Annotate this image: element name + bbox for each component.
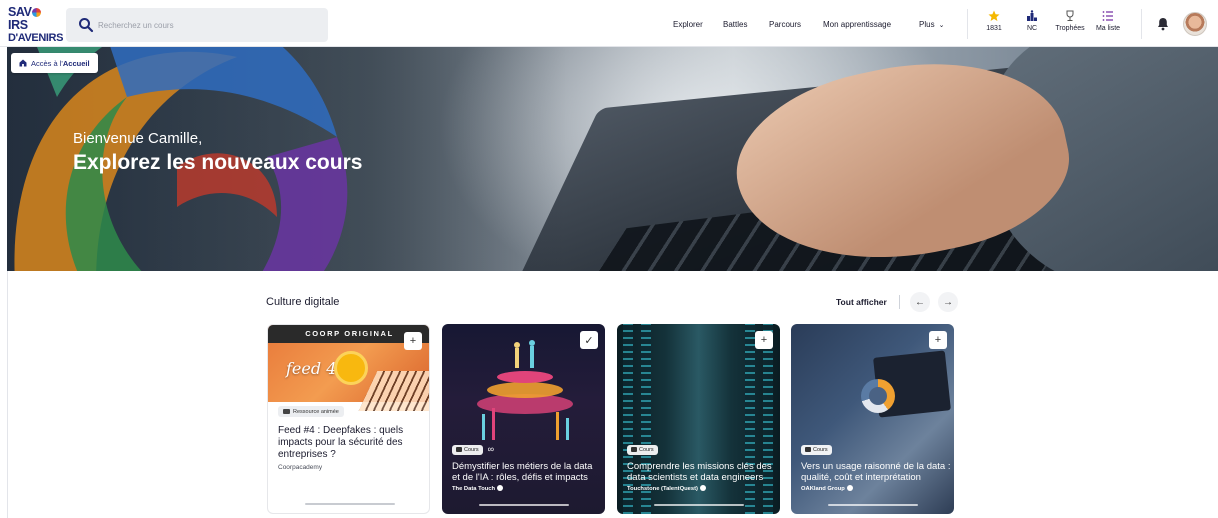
star-icon bbox=[988, 10, 1000, 21]
nav-explorer[interactable]: Explorer bbox=[673, 20, 703, 29]
check-icon: ✓ bbox=[584, 334, 594, 347]
card-feed-word: feed 4 bbox=[286, 359, 337, 378]
section-title: Culture digitale bbox=[266, 296, 340, 308]
author-label: OAKland Group bbox=[801, 486, 845, 492]
home-access-bold: Accueil bbox=[62, 58, 90, 68]
verified-icon bbox=[846, 485, 853, 491]
plus-icon: + bbox=[409, 335, 417, 347]
top-bar: SAVIRS D'AVENIRS Explorer Battles Parcou… bbox=[0, 0, 1218, 47]
course-author: OAKland Group bbox=[801, 485, 951, 492]
course-title: Démystifier les métiers de la data et de… bbox=[452, 461, 593, 483]
add-to-list-button[interactable]: + bbox=[404, 332, 422, 350]
arrow-right-icon: → bbox=[943, 296, 953, 308]
hero-headline: Explorez les nouveaux cours bbox=[73, 151, 363, 174]
trophies-link[interactable]: Trophées bbox=[1052, 10, 1088, 32]
logo-mark-icon bbox=[31, 8, 41, 17]
course-author: Touchstone (TalentQuest) bbox=[627, 485, 777, 492]
logo-text-1: SAV bbox=[8, 5, 32, 19]
divider bbox=[1141, 9, 1142, 39]
course-card[interactable]: COORP ORIGINAL feed 4 + Ressource animée… bbox=[267, 324, 430, 514]
home-icon bbox=[19, 59, 27, 67]
book-icon bbox=[805, 447, 811, 452]
nav-parcours[interactable]: Parcours bbox=[769, 20, 801, 29]
nav-mon-apprentissage[interactable]: Mon apprentissage bbox=[823, 20, 891, 29]
course-author: Coorpacademy bbox=[278, 464, 323, 471]
author-label: The Data Touch bbox=[452, 486, 496, 492]
home-access-button[interactable]: Accès à l' Accueil bbox=[11, 53, 98, 73]
podium-icon bbox=[1027, 10, 1037, 21]
added-to-list-button[interactable]: ✓ bbox=[580, 331, 598, 349]
home-access-prefix: Accès à l' bbox=[31, 58, 63, 68]
course-card[interactable]: ✓ Cours ∞ Démystifier les métiers de la d… bbox=[442, 324, 605, 514]
chevron-down-icon: ⌄ bbox=[938, 22, 945, 29]
verified-icon bbox=[699, 485, 706, 491]
course-card[interactable]: + Cours Vers un usage raisonné de la dat… bbox=[791, 324, 954, 514]
card-text: Cours Comprendre les missions clés des d… bbox=[627, 439, 777, 492]
thumbnail-keyboard bbox=[358, 371, 429, 411]
search-bar[interactable] bbox=[66, 8, 328, 42]
type-badge: Cours bbox=[452, 444, 483, 455]
verified-icon bbox=[497, 485, 504, 491]
book-icon bbox=[631, 447, 637, 452]
type-badge: Cours bbox=[801, 444, 832, 455]
progress-bar bbox=[305, 503, 395, 505]
rank-value: NC bbox=[1026, 25, 1038, 32]
resource-icon bbox=[283, 409, 290, 414]
hero-banner: Bienvenue Camille, Explorez les nouveaux… bbox=[7, 47, 1218, 271]
divider bbox=[967, 9, 968, 39]
note-icon bbox=[334, 351, 368, 385]
type-badge: Ressource animée bbox=[278, 406, 344, 417]
type-badge-label: Cours bbox=[464, 446, 479, 453]
add-to-list-button[interactable]: + bbox=[929, 331, 947, 349]
arrow-left-icon: ← bbox=[915, 296, 925, 308]
progress-bar bbox=[654, 504, 744, 506]
list-icon bbox=[1102, 11, 1113, 21]
type-badge-label: Cours bbox=[813, 446, 828, 453]
logo-text-1b: IRS bbox=[8, 18, 28, 32]
page-border bbox=[7, 271, 8, 518]
course-card[interactable]: + Cours Comprendre les missions clés des… bbox=[617, 324, 780, 514]
course-title: Comprendre les missions clés des data sc… bbox=[627, 461, 772, 483]
search-input[interactable] bbox=[98, 15, 320, 35]
type-badge: Cours bbox=[627, 444, 658, 455]
avatar[interactable] bbox=[1183, 12, 1207, 36]
bell-icon[interactable] bbox=[1157, 17, 1169, 31]
logo[interactable]: SAVIRS D'AVENIRS bbox=[8, 5, 64, 45]
search-icon bbox=[79, 18, 94, 33]
nav-plus[interactable]: Plus ⌄ bbox=[919, 20, 944, 29]
see-all-link[interactable]: Tout afficher bbox=[836, 297, 887, 307]
carousel-prev-button[interactable]: ← bbox=[910, 292, 930, 312]
nav-battles[interactable]: Battles bbox=[723, 20, 747, 29]
stars-value: 1831 bbox=[986, 25, 1002, 32]
author-label: Touchstone (TalentQuest) bbox=[627, 486, 698, 492]
my-list-link[interactable]: Ma liste bbox=[1090, 10, 1126, 32]
carousel-next-button[interactable]: → bbox=[938, 292, 958, 312]
link-icon: ∞ bbox=[487, 444, 495, 454]
divider bbox=[899, 295, 900, 309]
progress-bar bbox=[479, 504, 569, 506]
donut-chart-image bbox=[861, 379, 895, 413]
card-text: Cours ∞ Démystifier les métiers de la dat… bbox=[452, 439, 602, 492]
card-text: Cours Vers un usage raisonné de la data … bbox=[801, 439, 951, 492]
course-title: Vers un usage raisonné de la data : qual… bbox=[801, 461, 951, 483]
nav-plus-label: Plus bbox=[919, 20, 935, 29]
course-title: Feed #4 : Deepfakes : quels impacts pour… bbox=[278, 425, 404, 460]
course-thumbnail bbox=[477, 340, 573, 440]
book-icon bbox=[456, 447, 462, 452]
my-list-label: Ma liste bbox=[1095, 25, 1121, 32]
ranking-counter[interactable]: NC bbox=[1014, 10, 1050, 32]
type-badge-label: Cours bbox=[639, 446, 654, 453]
welcome-text: Bienvenue Camille, bbox=[73, 130, 203, 147]
add-to-list-button[interactable]: + bbox=[755, 331, 773, 349]
type-badge-label: Ressource animée bbox=[293, 408, 339, 415]
plus-icon: + bbox=[760, 334, 768, 346]
logo-text-2: D'AVENIRS bbox=[8, 32, 64, 44]
stars-counter[interactable]: 1831 bbox=[976, 10, 1012, 32]
trophies-label: Trophées bbox=[1055, 25, 1085, 32]
plus-icon: + bbox=[934, 334, 942, 346]
course-author: The Data Touch bbox=[452, 485, 602, 492]
progress-bar bbox=[828, 504, 918, 506]
trophy-icon bbox=[1066, 10, 1074, 21]
